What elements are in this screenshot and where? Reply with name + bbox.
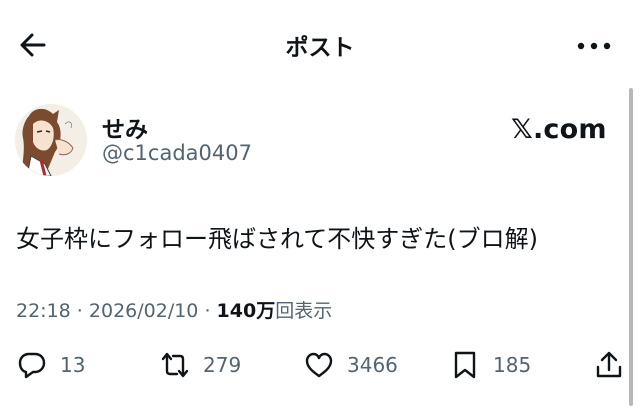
top-bar: ポスト [0, 0, 640, 92]
post-meta: 22:18 · 2026/02/10 · 140万回表示 [16, 296, 332, 323]
meta-separator: · [70, 300, 89, 322]
page-title: ポスト [285, 35, 355, 61]
reply-count: 13 [60, 353, 86, 377]
reply-button[interactable]: 13 [17, 350, 85, 380]
bookmark-count: 185 [493, 353, 532, 377]
bookmark-icon [454, 351, 476, 379]
like-button[interactable]: 3466 [304, 350, 398, 380]
heart-icon [305, 352, 333, 378]
avatar[interactable] [15, 104, 87, 176]
user-handle[interactable]: @c1cada0407 [102, 141, 252, 165]
share-icon [596, 351, 622, 378]
views-count: 140万 [216, 300, 276, 322]
more-options-icon[interactable] [576, 38, 612, 54]
repost-button[interactable]: 279 [160, 350, 241, 380]
like-count: 3466 [347, 353, 398, 377]
post-time[interactable]: 22:18 [16, 300, 71, 322]
views-label: 回表示 [275, 300, 333, 322]
avatar-illustration-icon [15, 104, 87, 176]
post-date[interactable]: 2026/02/10 [89, 300, 199, 322]
action-bar: 13 279 3466 185 [0, 340, 640, 390]
share-button[interactable] [594, 350, 624, 380]
display-name[interactable]: せみ [102, 110, 148, 144]
repost-count: 279 [203, 353, 242, 377]
meta-separator-2: · [198, 300, 217, 322]
repost-icon [161, 352, 189, 378]
reply-icon [18, 352, 46, 379]
post-text: 女子枠にフォロー飛ばされて不快すぎた(ブロ解) [16, 225, 539, 253]
source-brand-logo: 𝕏.com [511, 114, 607, 145]
bookmark-button[interactable]: 185 [450, 350, 531, 380]
